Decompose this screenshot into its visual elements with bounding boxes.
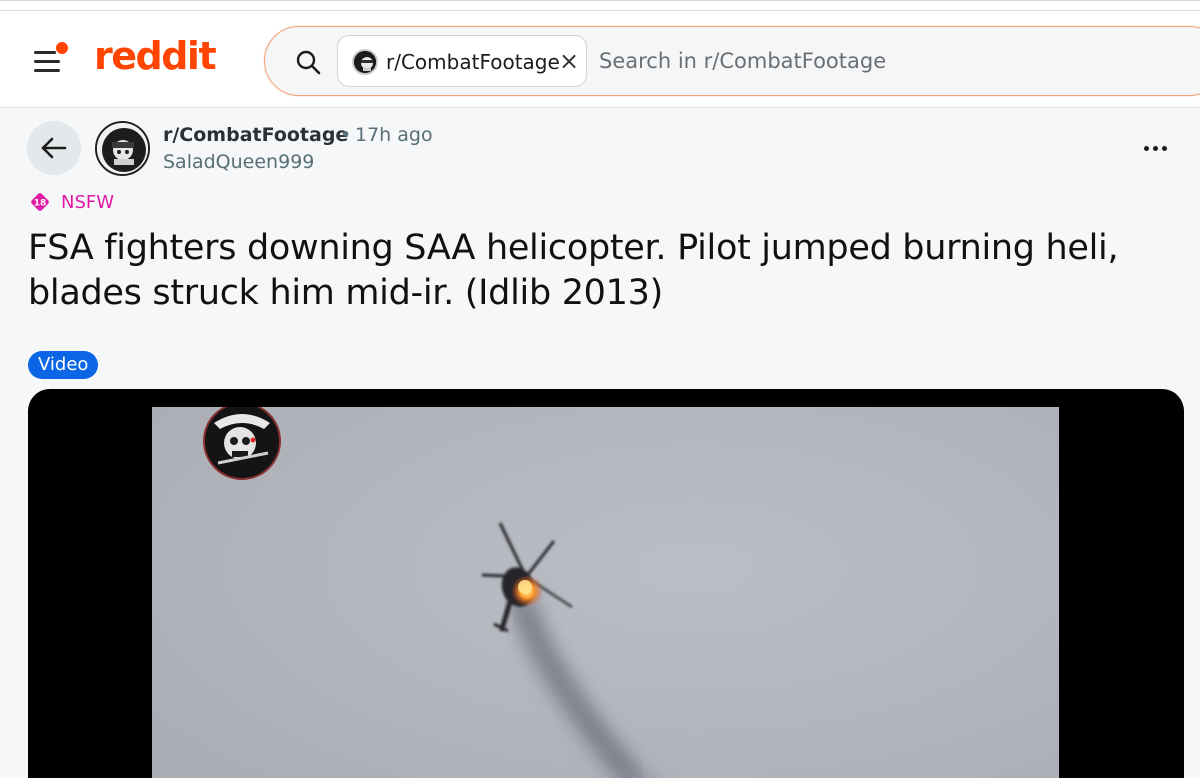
video-frame — [152, 407, 1059, 778]
channel-watermark-logo — [203, 407, 281, 480]
close-icon[interactable]: × — [556, 46, 582, 76]
more-options-icon[interactable] — [1138, 132, 1174, 164]
post-timestamp: 17h ago — [355, 124, 433, 146]
community-chip-label: r/CombatFootage — [386, 50, 560, 74]
nsfw-label: NSFW — [61, 192, 115, 213]
subreddit-avatar[interactable] — [95, 121, 150, 176]
community-avatar-icon — [352, 49, 378, 75]
browser-strip — [0, 1, 1200, 11]
post-flair-video[interactable]: Video — [28, 351, 99, 379]
search-icon[interactable] — [295, 49, 321, 75]
top-navigation-bar: reddit r/CombatFootage × — [0, 0, 1200, 108]
video-player[interactable] — [28, 389, 1184, 778]
nsfw-18-icon: 18 — [31, 193, 49, 211]
meta-separator: • — [340, 124, 352, 146]
notification-dot — [56, 42, 68, 54]
subreddit-name-link[interactable]: r/CombatFootage — [163, 124, 348, 146]
arrow-left-icon — [41, 137, 67, 159]
community-filter-chip[interactable]: r/CombatFootage × — [337, 35, 587, 87]
reddit-logo[interactable]: reddit — [94, 34, 217, 78]
hamburger-menu-icon[interactable] — [30, 41, 70, 81]
post-title: FSA fighters downing SAA helicopter. Pil… — [28, 228, 1119, 313]
nsfw-badge-number: 18 — [34, 199, 47, 209]
search-bar[interactable]: r/CombatFootage × — [264, 26, 1200, 96]
back-button[interactable] — [27, 121, 81, 175]
search-input[interactable] — [599, 37, 1199, 85]
author-username-link[interactable]: SaladQueen999 — [163, 151, 314, 173]
